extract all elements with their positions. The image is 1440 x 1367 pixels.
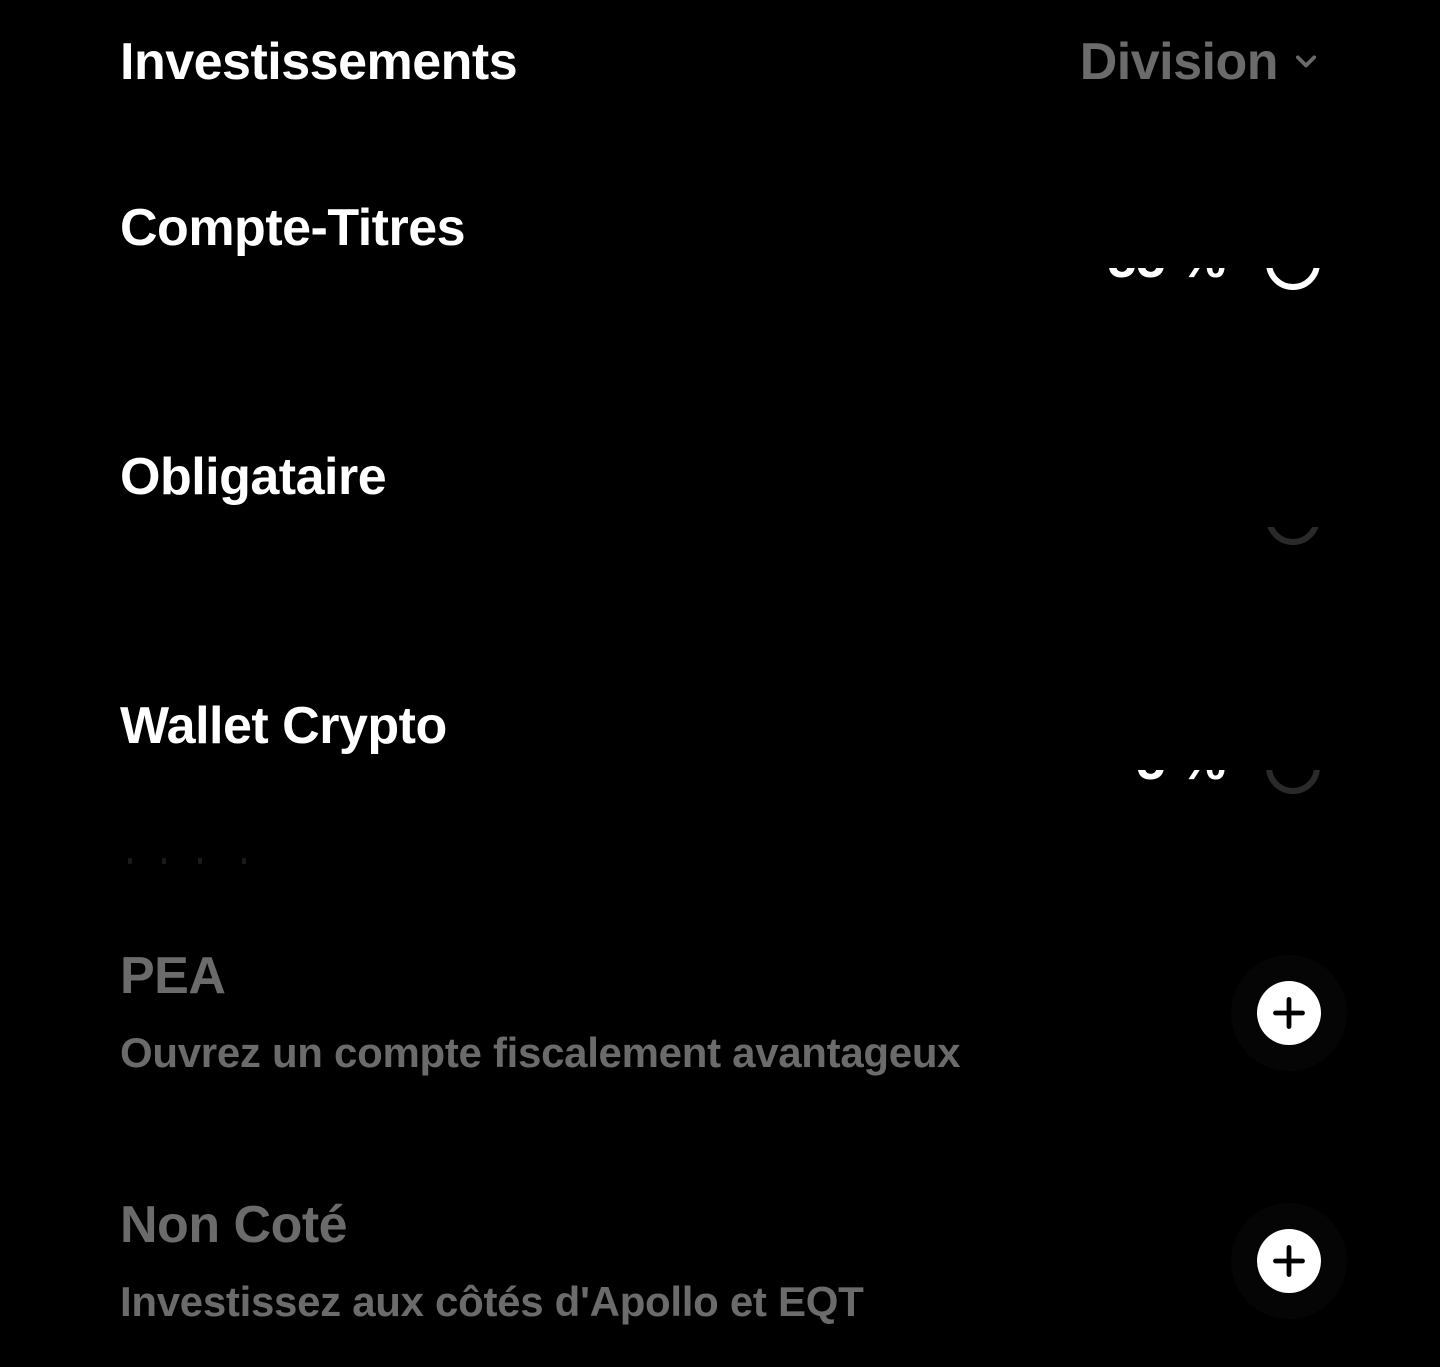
- promo-non-cote[interactable]: Non Coté Investissez aux côtés d'Apollo …: [120, 1193, 1321, 1343]
- section-wallet-crypto[interactable]: Wallet Crypto 5 %: [120, 694, 1320, 804]
- promo-title: Non Coté: [120, 1196, 348, 1254]
- progress-ring-icon: [1266, 770, 1320, 794]
- percentage-remnant: 5 %: [1136, 770, 1226, 794]
- progress-ring-icon: [1266, 527, 1320, 545]
- page-title: Investissements: [120, 33, 518, 91]
- sort-dropdown-label: Division: [1079, 33, 1279, 91]
- add-pea-button[interactable]: [1257, 981, 1321, 1045]
- section-summary-remnant: [1090, 527, 1320, 547]
- add-non-cote-button[interactable]: [1257, 1229, 1321, 1293]
- section-title: Obligataire: [120, 448, 387, 506]
- promo-subtitle: Ouvrez un compte fiscalement avantageux: [120, 1029, 961, 1076]
- promo-pea[interactable]: PEA Ouvrez un compte fiscalement avantag…: [120, 944, 1321, 1094]
- plus-icon: [1273, 1245, 1305, 1277]
- section-title: Wallet Crypto: [120, 697, 447, 755]
- sort-dropdown[interactable]: Division: [1080, 30, 1320, 94]
- promo-title: PEA: [120, 947, 226, 1005]
- section-summary-remnant: 55 %: [1090, 268, 1320, 290]
- investments-screen: Investissements Division Compte-Titres 5…: [0, 0, 1440, 1367]
- section-title: Compte-Titres: [120, 199, 466, 257]
- section-obligataire[interactable]: Obligataire: [120, 445, 1320, 555]
- plus-icon: [1273, 997, 1305, 1029]
- percentage-remnant: 55 %: [1107, 268, 1226, 290]
- section-compte-titres[interactable]: Compte-Titres 55 %: [120, 196, 1320, 306]
- section-summary-remnant: 5 %: [1090, 770, 1320, 794]
- header: Investissements Division: [120, 28, 1320, 98]
- scroll-remnant-marks: [120, 856, 260, 866]
- progress-ring-icon: [1266, 268, 1320, 290]
- chevron-down-icon: [1295, 55, 1317, 68]
- promo-subtitle: Investissez aux côtés d'Apollo et EQT: [120, 1278, 864, 1325]
